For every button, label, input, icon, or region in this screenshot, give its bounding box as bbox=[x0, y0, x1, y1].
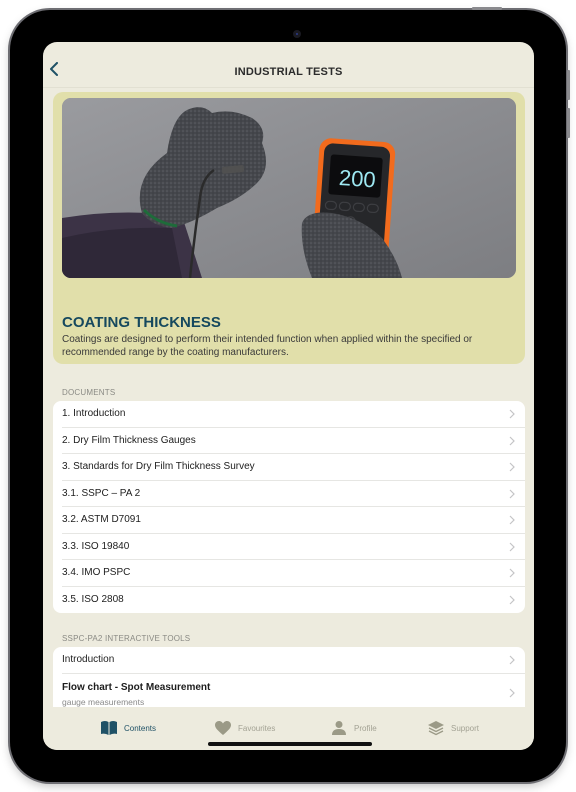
document-item[interactable]: 3.4. IMO PSPC bbox=[62, 560, 525, 587]
document-item[interactable]: 3. Standards for Dry Film Thickness Surv… bbox=[62, 454, 525, 481]
chevron-right-icon bbox=[509, 515, 515, 525]
document-item-label: 3.1. SSPC – PA 2 bbox=[62, 487, 141, 499]
chevron-right-icon bbox=[509, 409, 515, 419]
document-item[interactable]: 3.3. ISO 19840 bbox=[62, 534, 525, 560]
tools-list: Introduction Flow chart - Spot Measureme… bbox=[53, 647, 525, 710]
volume-down-button bbox=[567, 108, 570, 138]
document-item-label: 3.3. ISO 19840 bbox=[62, 540, 130, 552]
document-item[interactable]: 2. Dry Film Thickness Gauges bbox=[62, 428, 525, 454]
chevron-right-icon bbox=[509, 655, 515, 665]
tool-item-subtitle: gauge measurements bbox=[62, 696, 145, 707]
document-item[interactable]: 3.2. ASTM D7091 bbox=[62, 507, 525, 534]
hero-image: 200 bbox=[62, 98, 516, 278]
app-screen: INDUSTRIAL TESTS 200 COATING THICKNESS C… bbox=[43, 42, 534, 750]
chevron-right-icon bbox=[509, 462, 515, 472]
navigation-bar: INDUSTRIAL TESTS bbox=[43, 42, 534, 88]
document-item-label: 3.4. IMO PSPC bbox=[62, 567, 131, 578]
document-item-label: 2. Dry Film Thickness Gauges bbox=[62, 434, 196, 446]
tab-support[interactable]: Support bbox=[427, 719, 479, 737]
tool-item[interactable]: Flow chart - Spot Measurement gauge measu… bbox=[62, 674, 525, 710]
tab-label: Contents bbox=[124, 723, 157, 733]
document-item[interactable]: 1. Introduction bbox=[62, 401, 525, 428]
tab-favourites[interactable]: Favourites bbox=[214, 719, 275, 737]
tool-item-label: Flow chart - Spot Measurement bbox=[62, 681, 211, 693]
chevron-right-icon bbox=[509, 568, 515, 578]
volume-up-button bbox=[567, 70, 570, 100]
tool-item-label: Introduction bbox=[62, 654, 115, 665]
book-icon bbox=[101, 721, 117, 735]
document-item-label: 3.5. ISO 2808 bbox=[62, 593, 124, 605]
chevron-right-icon bbox=[509, 595, 515, 604]
chevron-right-icon bbox=[509, 436, 515, 445]
documents-list: 1. Introduction 2. Dry Film Thickness Ga… bbox=[53, 401, 525, 613]
documents-header: DOCUMENTS bbox=[62, 388, 116, 397]
chevron-right-icon bbox=[509, 489, 515, 498]
document-item[interactable]: 3.5. ISO 2808 bbox=[62, 587, 525, 614]
top-button bbox=[472, 7, 502, 10]
person-icon bbox=[332, 721, 346, 735]
document-item-label: 1. Introduction bbox=[62, 408, 126, 419]
layers-icon bbox=[428, 721, 444, 736]
tool-item[interactable]: Introduction bbox=[62, 647, 525, 674]
tab-label: Profile bbox=[354, 723, 377, 733]
chevron-right-icon bbox=[509, 688, 515, 697]
gauge-reading: 200 bbox=[338, 165, 376, 193]
tab-profile[interactable]: Profile bbox=[330, 719, 377, 737]
tab-contents[interactable]: Contents bbox=[100, 719, 156, 737]
hero-card: 200 COATING THICKNESS Coatings are desig… bbox=[53, 92, 525, 364]
document-item[interactable]: 3.1. SSPC – PA 2 bbox=[62, 481, 525, 507]
front-camera bbox=[293, 30, 301, 38]
page-title: INDUSTRIAL TESTS bbox=[234, 66, 343, 78]
tools-header: SSPC-PA2 INTERACTIVE TOOLS bbox=[62, 634, 191, 643]
tab-label: Favourites bbox=[238, 723, 276, 733]
section-description: Coatings are designed to perform their i… bbox=[62, 334, 473, 358]
document-item-label: 3.2. ASTM D7091 bbox=[62, 514, 141, 525]
section-title: COATING THICKNESS bbox=[62, 314, 221, 331]
heart-icon bbox=[215, 721, 231, 735]
tab-label: Support bbox=[451, 723, 480, 733]
home-indicator[interactable] bbox=[208, 742, 372, 746]
document-item-label: 3. Standards for Dry Film Thickness Surv… bbox=[62, 461, 255, 472]
chevron-right-icon bbox=[509, 542, 515, 551]
